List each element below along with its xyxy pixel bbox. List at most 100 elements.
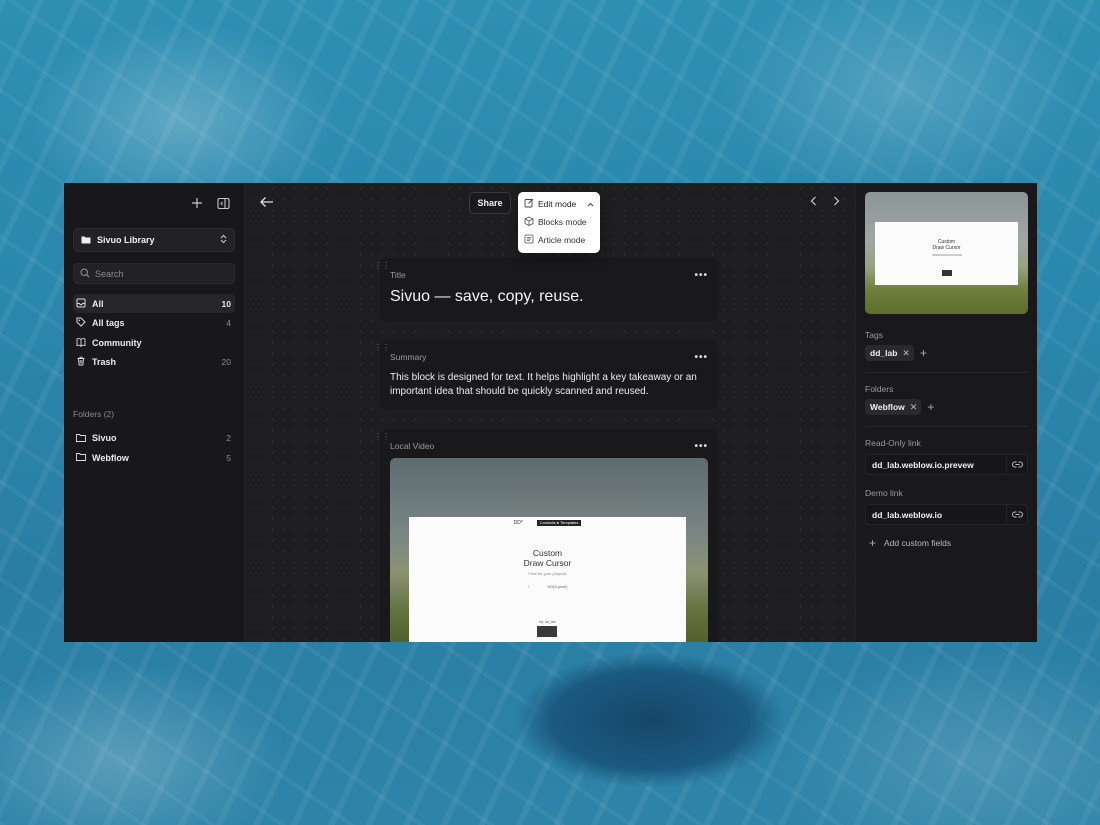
sidebar-toolbar — [64, 183, 244, 223]
preview-page: Custom Draw Cursor — [875, 222, 1018, 285]
mode-item-label: Article mode — [538, 235, 586, 245]
tag-chip[interactable]: dd_lab ✕ — [865, 345, 914, 361]
summary-block[interactable]: ⋮⋮ Summary ••• This block is designed fo… — [374, 340, 718, 410]
editor-canvas: Share Edit mode Blocks mode Article mode… — [245, 183, 855, 642]
sidebar-item-community[interactable]: Community — [73, 333, 235, 352]
video-frame-thumbnail — [537, 626, 557, 637]
preview-title: Custom Draw Cursor — [875, 239, 1018, 251]
article-icon — [524, 234, 534, 246]
sidebar-item-count: 10 — [221, 298, 231, 309]
demo-link-value[interactable]: dd_lab.weblow.io — [866, 510, 1006, 520]
summary-text[interactable]: This block is designed for text. It help… — [390, 371, 708, 399]
video-frame-nav: DD* Contacts ● Templates — [409, 520, 686, 526]
search-placeholder: Search — [95, 268, 124, 279]
more-options-icon[interactable]: ••• — [694, 270, 708, 281]
folder-item-label: Webflow — [92, 452, 129, 463]
link-icon[interactable] — [1006, 505, 1027, 524]
mode-item-article[interactable]: Article mode — [522, 231, 596, 249]
edit-icon — [524, 198, 534, 210]
block-label: Local Video — [390, 441, 435, 451]
trash-icon — [76, 356, 86, 368]
video-frame-row: ↑ DD(0.pixel) — [409, 584, 686, 589]
folders-row: Webflow ✕ + — [865, 399, 1028, 415]
preview-thumbnail — [941, 270, 952, 276]
readonly-link-field[interactable]: dd_lab.weblow.io.prevew — [865, 454, 1028, 475]
drag-handle-icon[interactable]: ⋮⋮ — [374, 433, 390, 445]
video-frame-pill: Contacts ● Templates — [536, 520, 582, 526]
tag-icon — [76, 317, 86, 329]
title-block[interactable]: ⋮⋮ Title ••• Sivuo — save, copy, reuse. — [374, 258, 718, 322]
book-icon — [76, 337, 86, 349]
video-frame-title-line: Custom — [532, 548, 563, 558]
mode-item-label: Blocks mode — [538, 217, 587, 227]
close-icon[interactable]: ✕ — [910, 402, 918, 413]
preview-image[interactable]: Custom Draw Cursor — [865, 192, 1028, 314]
sidebar-item-count: 4 — [226, 318, 231, 328]
readonly-link-value[interactable]: dd_lab.weblow.io.prevew — [866, 460, 1006, 470]
video-frame-page: DD* Contacts ● Templates Custom Draw Cur… — [409, 517, 686, 642]
folders-label: Folders — [865, 384, 894, 394]
drag-handle-icon[interactable]: ⋮⋮ — [374, 344, 390, 356]
share-button[interactable]: Share — [469, 192, 511, 214]
drag-handle-icon[interactable]: ⋮⋮ — [374, 262, 390, 274]
sidebar-item-label: All tags — [92, 318, 125, 328]
sidebar-item-label: Community — [92, 337, 142, 348]
library-select[interactable]: Sivuo Library — [73, 228, 235, 252]
more-options-icon[interactable]: ••• — [694, 441, 708, 452]
sidebar-item-all-tags[interactable]: All tags 4 — [73, 314, 235, 333]
search-icon — [80, 267, 90, 280]
folder-icon — [76, 452, 86, 463]
add-custom-fields-button[interactable]: + Add custom fields — [865, 537, 1028, 549]
folder-icon — [81, 235, 91, 246]
mode-item-label: Edit mode — [538, 199, 577, 209]
sidebar-nav: All 10 All tags 4 Community Trash 20 — [64, 294, 244, 372]
demo-link-field[interactable]: dd_lab.weblow.io — [865, 504, 1028, 525]
search-input[interactable]: Search — [73, 263, 235, 284]
plus-icon: + — [869, 536, 877, 550]
video-player[interactable]: DD* Contacts ● Templates Custom Draw Cur… — [390, 458, 708, 642]
chevron-right-icon[interactable] — [829, 194, 843, 213]
sidebar-item-all[interactable]: All 10 — [73, 294, 235, 313]
plus-icon[interactable] — [188, 194, 206, 212]
add-custom-fields-label: Add custom fields — [884, 538, 952, 548]
sidebar-item-trash[interactable]: Trash 20 — [73, 353, 235, 372]
editor-topbar: Share Edit mode Blocks mode Article mode — [245, 183, 855, 253]
video-frame-right: DD(0.pixel) — [547, 584, 568, 589]
video-frame-left: ↑ — [527, 584, 530, 589]
chevron-updown-icon — [220, 234, 227, 246]
tags-row: dd_lab ✕ + — [865, 345, 1028, 361]
folder-list: Sivuo 2 Webflow 5 — [64, 429, 244, 468]
tags-label: Tags — [865, 330, 883, 340]
link-icon[interactable] — [1006, 455, 1027, 474]
folder-item-webflow[interactable]: Webflow 5 — [73, 448, 235, 467]
demo-link-label: Demo link — [865, 488, 903, 498]
video-frame-footer: by: dd_lab — [539, 620, 556, 624]
video-frame-title-line: Draw Cursor — [523, 558, 572, 568]
add-tag-icon[interactable]: + — [920, 347, 927, 359]
close-icon[interactable]: ✕ — [902, 348, 910, 359]
mode-item-edit[interactable]: Edit mode — [522, 195, 596, 213]
folder-icon — [76, 433, 86, 444]
preview-line — [931, 254, 962, 256]
sidebar-item-count: 20 — [221, 357, 231, 367]
add-folder-icon[interactable]: + — [927, 401, 934, 413]
mode-item-blocks[interactable]: Blocks mode — [522, 213, 596, 231]
back-arrow-icon[interactable] — [259, 194, 277, 212]
sidebar: Sivuo Library Search All 10 All tags 4 C… — [64, 183, 245, 642]
more-options-icon[interactable]: ••• — [694, 352, 708, 363]
folder-item-count: 2 — [226, 433, 231, 443]
video-frame-title: Custom Draw Cursor — [409, 548, 686, 568]
details-panel: Custom Draw Cursor Tags dd_lab ✕ + Folde… — [855, 183, 1037, 642]
chevron-left-icon[interactable] — [807, 194, 821, 213]
sidebar-item-label: Trash — [92, 357, 117, 367]
library-name: Sivuo Library — [97, 235, 155, 245]
video-frame-logo: DD* — [513, 520, 523, 526]
local-video-block[interactable]: ⋮⋮ Local Video ••• DD* Contacts ● Templa… — [374, 429, 718, 642]
sidebar-toggle-icon[interactable] — [214, 194, 232, 212]
divider — [865, 426, 1028, 427]
title-text[interactable]: Sivuo — save, copy, reuse. — [390, 288, 708, 306]
folder-item-sivuo[interactable]: Sivuo 2 — [73, 429, 235, 448]
folder-chip[interactable]: Webflow ✕ — [865, 399, 922, 415]
readonly-link-label: Read-Only link — [865, 438, 921, 448]
item-navigation — [807, 194, 843, 213]
